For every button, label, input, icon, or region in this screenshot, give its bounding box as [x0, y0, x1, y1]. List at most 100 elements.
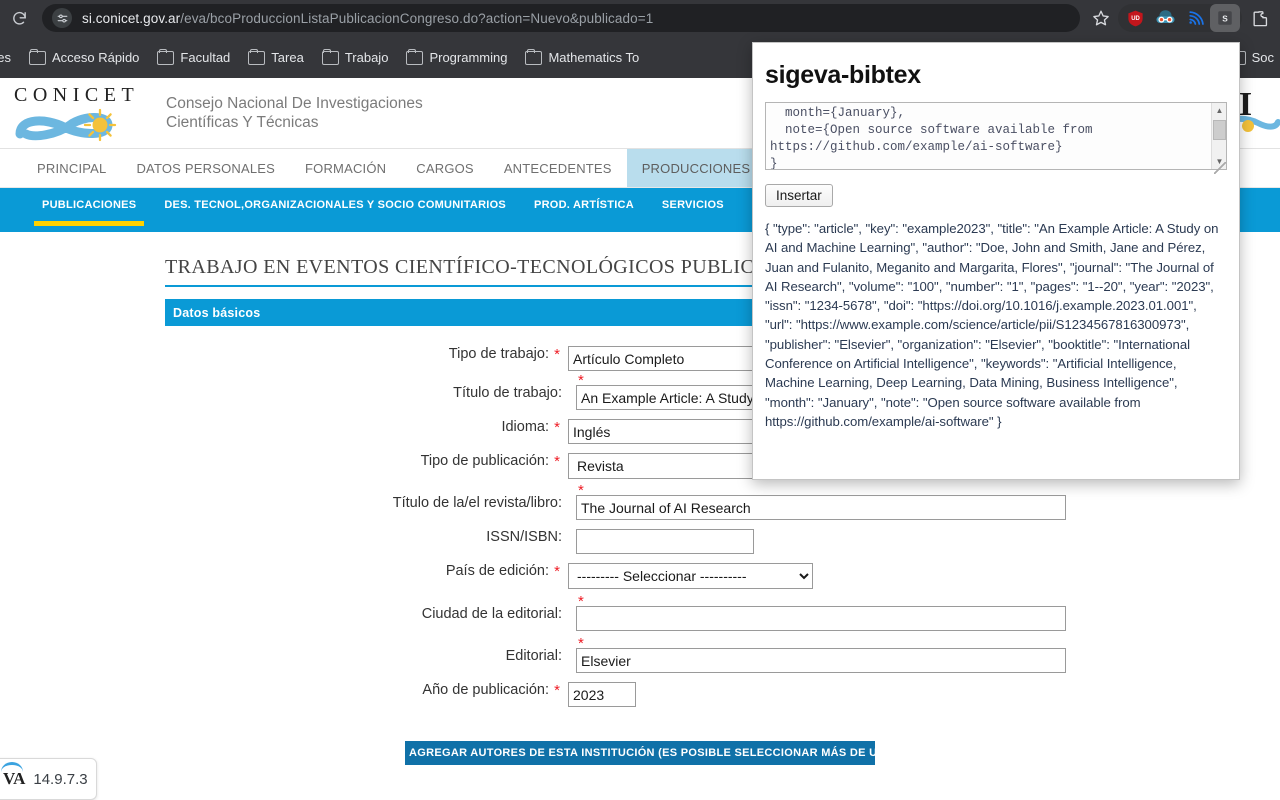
subnav-item-des-tecnol[interactable]: DES. TECNOL,ORGANIZACIONALES Y SOCIO COM…: [150, 188, 520, 232]
bookmark-label: nes: [0, 49, 11, 65]
version-badge: VA 14.9.7.3: [0, 758, 97, 800]
wifi-signal-icon[interactable]: [1180, 4, 1210, 32]
required-asterisk: *: [554, 419, 560, 436]
control-ciudad-de-la-editorial: [576, 606, 1066, 631]
subnav-label: PROD. ARTÍSTICA: [533, 199, 634, 211]
eva-mark-icon: VA: [0, 762, 26, 788]
insertar-button[interactable]: Insertar: [765, 184, 833, 207]
label-tipo-de-trabajo: Tipo de trabajo: *: [0, 346, 568, 363]
nav-item-cargos[interactable]: CARGOS: [401, 149, 489, 187]
address-bar[interactable]: si.conicet.gov.ar/eva/bcoProduccionLista…: [42, 4, 1080, 32]
field-row-editorial: * Editorial:: [0, 635, 1280, 673]
select-pais-de-edicion[interactable]: --------- Seleccionar ----------: [568, 563, 813, 589]
input-titulo-revista-libro[interactable]: [576, 495, 1066, 520]
privacy-badger-icon[interactable]: [1150, 4, 1180, 32]
control-issn-isbn: [576, 529, 754, 554]
svg-text:S: S: [1222, 14, 1228, 23]
control-anio-de-publicacion: [568, 682, 636, 707]
agregar-autores-button[interactable]: AGREGAR AUTORES DE ESTA INSTITUCIÓN (ES …: [405, 741, 875, 765]
field-label: Título de la/el revista/libro:: [392, 495, 562, 511]
extensions-group: UD S: [1118, 4, 1242, 32]
field-label: ISSN/ISBN:: [486, 529, 562, 545]
bookmark-label: Facultad: [180, 49, 231, 65]
field-label: Idioma:: [501, 419, 549, 435]
bookmark-label: Soc: [1251, 49, 1274, 65]
bookmark-label: Tarea: [271, 49, 304, 65]
field-row-pais-de-edicion: País de edición: * --------- Seleccionar …: [0, 563, 1280, 589]
bibtex-textarea[interactable]: month={January}, note={Open source softw…: [765, 102, 1227, 170]
label-issn-isbn: ISSN/ISBN:: [0, 529, 568, 545]
sigeva-bibtex-extension-icon[interactable]: S: [1210, 4, 1240, 32]
svg-text:UD: UD: [1131, 15, 1140, 21]
label-ciudad-de-la-editorial: * Ciudad de la editorial:: [0, 593, 584, 622]
site-settings-icon[interactable]: [52, 8, 72, 28]
field-row-titulo-revista-libro: * Título de la/el revista/libro:: [0, 482, 1280, 520]
bookmark-item[interactable]: nes: [0, 46, 19, 69]
resize-grip-icon[interactable]: [1214, 162, 1226, 174]
field-label: Tipo de trabajo:: [448, 346, 549, 362]
select-idioma[interactable]: [568, 419, 768, 444]
field-label: Título de trabajo:: [453, 385, 562, 401]
required-asterisk: *: [578, 372, 584, 389]
omnibar-row: si.conicet.gov.ar/eva/bcoProduccionLista…: [0, 0, 1280, 36]
field-label: Año de publicación:: [422, 682, 549, 698]
label-idioma: Idioma: *: [0, 419, 568, 436]
label-pais-de-edicion: País de edición: *: [0, 563, 568, 580]
scroll-up-arrow-icon[interactable]: ▲: [1212, 103, 1227, 118]
submit-bar: AGREGAR AUTORES DE ESTA INSTITUCIÓN (ES …: [0, 741, 1280, 765]
control-titulo-revista-libro: [576, 495, 1066, 520]
folder-icon: [248, 49, 266, 65]
subnav-item-publicaciones[interactable]: PUBLICACIONES: [28, 188, 150, 232]
required-asterisk: *: [554, 682, 560, 699]
bibtex-scrollbar[interactable]: ▲ ▼: [1211, 103, 1226, 169]
nav-label: DATOS PERSONALES: [136, 160, 276, 176]
bookmark-item[interactable]: Facultad: [149, 46, 238, 69]
input-ciudad-de-la-editorial[interactable]: [576, 606, 1066, 631]
bibtex-input-wrapper: month={January}, note={Open source softw…: [753, 90, 1239, 175]
nav-item-datos-personales[interactable]: DATOS PERSONALES: [121, 149, 290, 187]
field-label: Editorial:: [505, 648, 562, 664]
field-row-anio-de-publicacion: Año de publicación: *: [0, 682, 1280, 707]
bookmark-item[interactable]: Mathematics To: [517, 46, 647, 69]
bookmark-label: Programming: [429, 49, 508, 65]
ublock-origin-icon[interactable]: UD: [1120, 4, 1150, 32]
field-label: País de edición:: [445, 563, 549, 579]
nav-item-principal[interactable]: PRINCIPAL: [22, 149, 121, 187]
star-icon[interactable]: [1086, 3, 1116, 33]
subnav-label: SERVICIOS: [661, 199, 724, 211]
input-anio-de-publicacion[interactable]: [568, 682, 636, 707]
nav-item-formacion[interactable]: FORMACIÓN: [290, 149, 401, 187]
puzzle-piece-icon[interactable]: [1244, 3, 1276, 33]
folder-icon: [157, 49, 175, 65]
url-text: si.conicet.gov.ar/eva/bcoProduccionLista…: [82, 11, 653, 26]
control-editorial: [576, 648, 1066, 673]
input-editorial[interactable]: [576, 648, 1066, 673]
conicet-subtitle-line1: Consejo Nacional De Investigaciones: [166, 95, 423, 112]
bookmark-item[interactable]: Trabajo: [314, 46, 397, 69]
label-titulo-revista-libro: * Título de la/el revista/libro:: [0, 482, 584, 511]
conicet-mark-icon: CONICET: [8, 82, 156, 144]
field-label: Tipo de publicación:: [420, 453, 549, 469]
url-path: /eva/bcoProduccionListaPublicacionCongre…: [180, 10, 654, 26]
label-titulo-de-trabajo: * Título de trabajo:: [0, 372, 584, 401]
reload-icon[interactable]: [4, 3, 34, 33]
bookmark-item[interactable]: Tarea: [240, 46, 312, 69]
label-tipo-de-publicacion: Tipo de publicación: *: [0, 453, 568, 470]
required-asterisk: *: [578, 635, 584, 652]
field-label: Ciudad de la editorial:: [421, 606, 562, 622]
nav-item-antecedentes[interactable]: ANTECEDENTES: [489, 149, 627, 187]
subnav-item-prod-artistica[interactable]: PROD. ARTÍSTICA: [520, 188, 648, 232]
input-issn-isbn[interactable]: [576, 529, 754, 554]
folder-icon: [28, 49, 46, 65]
scrollbar-thumb[interactable]: [1213, 120, 1226, 140]
required-asterisk: *: [578, 593, 584, 610]
bookmark-item[interactable]: Acceso Rápido: [21, 46, 147, 69]
subnav-item-servicios[interactable]: SERVICIOS: [648, 188, 738, 232]
nav-label: CARGOS: [416, 160, 474, 176]
field-row-ciudad-de-la-editorial: * Ciudad de la editorial:: [0, 593, 1280, 631]
bookmark-item[interactable]: Programming: [398, 46, 515, 69]
folder-icon: [406, 49, 424, 65]
bookmark-label: Acceso Rápido: [51, 49, 140, 65]
folder-icon: [525, 49, 543, 65]
conicet-logo[interactable]: CONICET Consejo Nacional De Investigacio…: [8, 82, 423, 144]
